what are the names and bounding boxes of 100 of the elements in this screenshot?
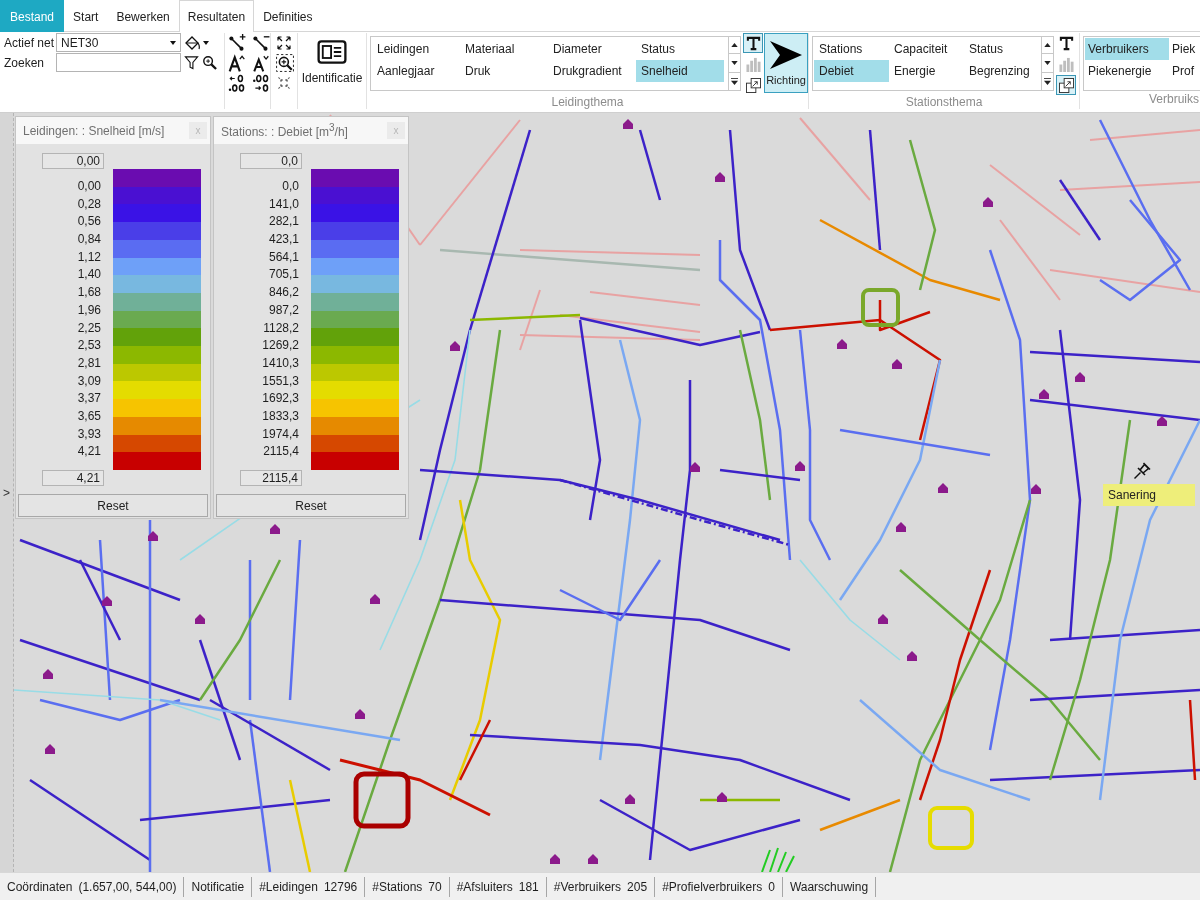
line-plus-icon[interactable] [228, 34, 246, 52]
ribbon-tab[interactable]: Resultaten [178, 0, 255, 32]
scale-label: 0,00 [77, 178, 102, 195]
theme-option[interactable]: Piekenergie [1085, 60, 1169, 82]
scale-label: 3,37 [77, 390, 102, 408]
overlapping-squares-icon [1058, 77, 1074, 93]
theme-option[interactable]: Piek [1169, 38, 1200, 60]
theme-option[interactable]: Materiaal [460, 38, 548, 60]
legend-title: Leidingen: : Snelheid [m/s] [23, 123, 165, 138]
overlay-toggle[interactable] [1056, 75, 1076, 95]
bar-chart-icon [1058, 56, 1074, 72]
status-label: #Afsluiters [456, 879, 513, 894]
caret-up-icon [1044, 43, 1051, 47]
decimal-increase-icon[interactable] [228, 74, 246, 92]
scale-label: 0,84 [77, 231, 102, 249]
scale-label: 705,1 [268, 266, 300, 284]
bar-chart-icon [745, 56, 761, 72]
text-icon [745, 35, 761, 51]
ribbon-tab[interactable]: Bewerken [107, 0, 179, 32]
identify-button[interactable]: Identificatie [300, 39, 364, 86]
scale-label: 1974,4 [262, 425, 300, 443]
status-label: Coördinaten [7, 879, 73, 894]
scale-label: 4,21 [77, 443, 102, 461]
overlapping-squares-icon [745, 77, 761, 93]
max-value-field[interactable]: 4,21 [42, 470, 104, 486]
group-label: Stationsthema [904, 95, 984, 110]
max-value-field[interactable]: 2115,4 [240, 470, 302, 486]
search-field[interactable] [56, 53, 181, 72]
caret-down-icon [731, 60, 738, 65]
ribbon-tab[interactable]: Start [64, 0, 108, 32]
theme-option[interactable]: Debiet [814, 60, 889, 82]
paint-bucket-icon[interactable] [184, 34, 200, 51]
filter-icon[interactable] [184, 55, 199, 70]
scale-label: 846,2 [268, 284, 300, 302]
zoom-in-icon[interactable] [276, 54, 294, 72]
caret-up-icon [731, 43, 738, 47]
labels-toggle[interactable] [743, 33, 763, 53]
scale-label: 987,2 [268, 301, 300, 319]
group-label: Leidingthema [550, 95, 625, 110]
theme-option[interactable]: Status [964, 38, 1039, 60]
theme-option[interactable]: Status [636, 38, 724, 60]
decimal-decrease-icon[interactable] [252, 74, 270, 92]
status-label: Waarschuwing [789, 879, 869, 894]
scale-label: 1128,2 [263, 319, 300, 337]
legend-title: Stations: : Debiet [m$^{3}$/h] [221, 122, 348, 139]
scale-label: 1833,3 [262, 407, 300, 425]
caret-down-icon [1044, 60, 1051, 65]
theme-option[interactable]: Capaciteit [889, 38, 964, 60]
scroll-up-button[interactable] [1042, 36, 1054, 54]
search-icon[interactable] [202, 55, 217, 70]
theme-option[interactable]: Energie [889, 60, 964, 82]
overlay-toggle[interactable] [743, 75, 763, 95]
pushpin-icon [1133, 460, 1153, 480]
reset-button[interactable]: Reset [18, 494, 208, 517]
theme-option[interactable]: Druk [460, 60, 548, 82]
shrink-icon[interactable] [276, 75, 292, 91]
scale-label: 564,1 [268, 248, 300, 266]
font-grow-icon[interactable] [228, 54, 246, 72]
theme-option[interactable]: Prof [1169, 60, 1200, 82]
network-dropdown[interactable]: NET30 [56, 33, 181, 52]
scroll-down-button[interactable] [1042, 54, 1054, 73]
theme-option[interactable]: Begrenzing [964, 60, 1039, 82]
line-minus-icon[interactable] [252, 34, 270, 52]
status-value: 181 [518, 879, 539, 894]
scale-label: 0,0 [282, 178, 300, 195]
theme-option[interactable]: Drukgradient [548, 60, 636, 82]
expand-icon[interactable] [276, 35, 292, 51]
scroll-down-button[interactable] [729, 54, 741, 73]
theme-option[interactable]: Aanlegjaar [372, 60, 460, 82]
scale-label: 1692,3 [262, 390, 300, 408]
min-value-field[interactable]: 0,0 [240, 153, 302, 169]
scale-label: 3,09 [77, 372, 102, 390]
scale-label: 1,96 [77, 301, 102, 319]
scale-label: 282,1 [268, 213, 300, 231]
status-label: #Leidingen [259, 879, 318, 894]
scale-label: 2115,4 [263, 443, 300, 461]
text-icon [1058, 35, 1074, 51]
theme-option[interactable]: Verbruikers [1085, 38, 1169, 60]
arrowhead-icon [769, 40, 803, 70]
min-value-field[interactable]: 0,00 [42, 153, 104, 169]
group-label: Verbruiks [1147, 92, 1200, 108]
direction-button[interactable]: Richting [764, 33, 808, 93]
expand-panel-button[interactable]: > [1, 485, 12, 500]
status-value: 205 [627, 879, 648, 894]
reset-button[interactable]: Reset [216, 494, 406, 517]
scale-label: 1410,3 [262, 354, 300, 372]
more-caret-icon [731, 77, 738, 85]
status-label: #Verbruikers [553, 879, 622, 894]
caret-down-icon[interactable] [203, 40, 209, 45]
font-shrink-icon[interactable] [252, 54, 270, 72]
id-card-icon [317, 40, 347, 64]
theme-option[interactable]: Diameter [548, 38, 636, 60]
status-label: #Stations [372, 879, 423, 894]
theme-option[interactable]: Snelheid [636, 60, 724, 82]
theme-option[interactable]: Leidingen [372, 38, 460, 60]
scale-label: 2,53 [77, 337, 102, 355]
scroll-up-button[interactable] [729, 36, 741, 54]
theme-option[interactable]: Stations [814, 38, 889, 60]
status-value: 12796 [323, 879, 358, 894]
ribbon-tab[interactable]: Definities [254, 0, 322, 32]
